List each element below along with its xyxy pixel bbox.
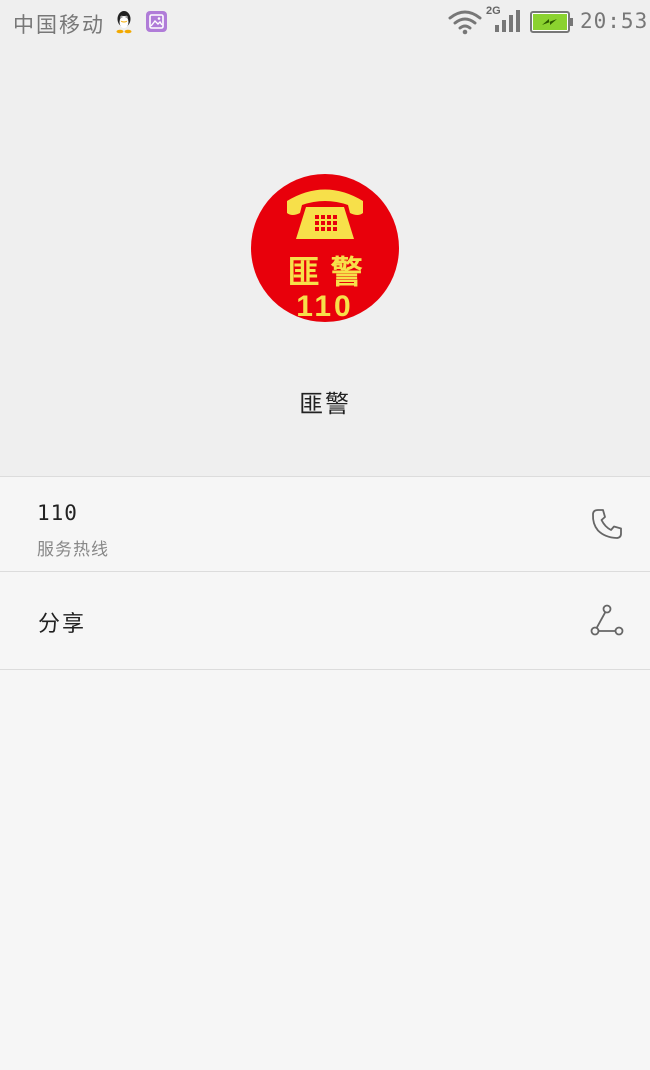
share-icon[interactable]: [590, 604, 624, 638]
carrier-name: 中国移动: [13, 13, 105, 37]
wifi-icon: [448, 10, 482, 35]
phone-number: 110: [37, 501, 78, 525]
contact-detail-screen: 中国移动 2G 20:53 匪 警 110 匪警 110 服务热线 分享: [0, 0, 650, 1070]
share-row[interactable]: 分享: [0, 572, 650, 669]
qq-icon: [116, 11, 132, 34]
avatar-text-line2: 110: [296, 290, 353, 323]
status-bar: 中国移动 2G 20:53: [0, 0, 650, 46]
battery-charging-icon: [530, 11, 573, 33]
contact-avatar[interactable]: 匪 警 110: [250, 173, 400, 323]
contact-header: 匪 警 110 匪警: [0, 46, 650, 476]
share-label: 分享: [38, 612, 87, 637]
phone-number-row[interactable]: 110 服务热线: [0, 477, 650, 571]
phone-icon[interactable]: [590, 507, 624, 541]
avatar-text-line1: 匪 警: [287, 253, 362, 291]
divider: [0, 669, 650, 670]
signal-icon: [495, 10, 520, 32]
phone-number-description: 服务热线: [37, 540, 109, 560]
contact-name: 匪警: [299, 390, 351, 418]
status-time: 20:53: [580, 9, 649, 33]
gallery-icon: [146, 11, 167, 32]
